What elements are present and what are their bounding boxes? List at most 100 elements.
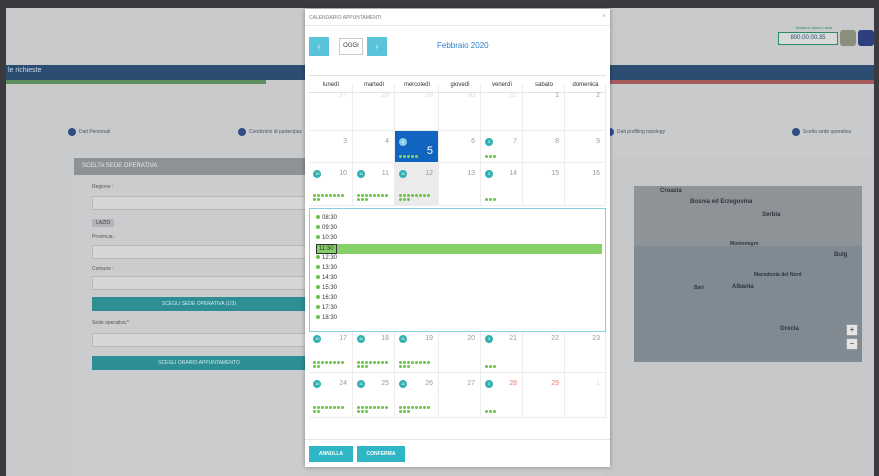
cancel-button[interactable]: ANNULLA [309, 446, 353, 462]
lazio-tag[interactable]: LAZIO [92, 219, 115, 227]
day-number: 11 [381, 170, 389, 177]
availability-dot [313, 365, 316, 368]
provincia-select[interactable] [92, 245, 306, 259]
calendar-day[interactable]: 11 19 [395, 328, 439, 373]
time-slot-selected[interactable]: 11:30 [316, 244, 337, 254]
calendar-day[interactable]: 9 [565, 131, 606, 163]
time-slot[interactable]: 16:30 [316, 295, 337, 301]
sede-select[interactable] [92, 333, 306, 347]
choose-sede-button[interactable]: SCEGLI SEDE OPERATIVA (1/3) [92, 297, 306, 311]
calendar-day[interactable]: 10 17 [309, 328, 353, 373]
calendar-day[interactable]: 10 10 [309, 163, 353, 206]
regione-select[interactable] [92, 196, 306, 210]
selected-slot-bar[interactable] [316, 244, 602, 254]
calendar-day[interactable]: 8 [523, 131, 565, 163]
calendar-day[interactable]: 23 [565, 328, 606, 373]
availability-dot [403, 410, 406, 413]
time-slot[interactable]: 18:30 [316, 315, 337, 321]
calendar-nav: ‹ OGGI › Febbraio 2020 [309, 37, 606, 57]
day-number: 31 [509, 92, 517, 99]
availability-dot [385, 406, 388, 409]
confirm-button[interactable]: CONFERMA [357, 446, 405, 462]
availability-dot [489, 198, 492, 201]
availability-dot [361, 406, 364, 409]
today-button[interactable]: OGGI [339, 38, 363, 55]
step-1: Dati Personali [68, 128, 110, 136]
calendar-day[interactable]: 4 [353, 131, 395, 163]
calendar-day[interactable]: 11 25 [353, 373, 395, 418]
calendar-day[interactable]: 2 [565, 85, 606, 131]
availability-dot [365, 410, 368, 413]
availability-dot [423, 194, 426, 197]
map-label: Grecia [780, 326, 799, 332]
choose-orario-button[interactable]: SCEGLI ORARIO APPUNTAMENTO [92, 356, 306, 370]
calendar-day[interactable]: 16 [565, 163, 606, 206]
calendar-day[interactable]: 20 [439, 328, 481, 373]
day-number: 29 [551, 380, 559, 387]
time-slot[interactable]: 17:30 [316, 305, 337, 311]
time-slot[interactable]: 14:30 [316, 275, 337, 281]
availability-dot [403, 406, 406, 409]
calendar-day[interactable]: 1 [523, 85, 565, 131]
day-number: 26 [425, 380, 433, 387]
comune-select[interactable] [92, 276, 306, 290]
slot-status-dot [316, 295, 320, 300]
zoom-in-button[interactable]: + [846, 324, 858, 336]
availability-dot [333, 361, 336, 364]
zoom-out-button[interactable]: − [846, 338, 858, 350]
availability-dot [337, 194, 340, 197]
time-slot[interactable]: 13:30 [316, 265, 337, 271]
day-number: 27 [467, 380, 475, 387]
map-label: Bulg [834, 252, 848, 258]
availability-dot [423, 406, 426, 409]
availability-dot [361, 365, 364, 368]
availability-dots [485, 410, 519, 414]
map[interactable]: Croazia Bosnia ed Erzegovina Serbia Mont… [634, 186, 862, 362]
calendar-day[interactable]: 55 [395, 131, 439, 163]
calendar-day[interactable]: 6 [439, 131, 481, 163]
calendar-day[interactable]: 11 18 [353, 328, 395, 373]
time-slot[interactable]: 09:30 [316, 225, 337, 231]
time-slot[interactable]: 12:30 [316, 255, 337, 261]
day-number: 28 [509, 380, 517, 387]
time-slot[interactable]: 10:30 [316, 235, 337, 241]
prev-month-button[interactable]: ‹ [309, 37, 329, 56]
calendar-day[interactable]: 11 11 [353, 163, 395, 206]
availability-dot [317, 365, 320, 368]
calendar-day[interactable]: 3 28 [481, 373, 523, 418]
close-icon[interactable]: × [602, 13, 606, 20]
calendar-day[interactable]: 15 [523, 163, 565, 206]
calendar-day[interactable]: 13 [439, 163, 481, 206]
calendar-day: 30 [439, 85, 481, 131]
calendar-day[interactable]: 3 14 [481, 163, 523, 206]
calendar-day[interactable]: 37 [481, 131, 523, 163]
slot-status-dot [316, 225, 320, 230]
step-2: Condizioni di partecipaz [238, 128, 302, 136]
slot-time: 16:30 [322, 295, 338, 301]
slot-status-dot [316, 305, 320, 310]
calendar-day[interactable]: 10 24 [309, 373, 353, 418]
calendar-day[interactable]: 3 [309, 131, 353, 163]
availability-dot [361, 361, 364, 364]
time-slot[interactable]: 15:30 [316, 285, 337, 291]
calendar-day[interactable]: 11 26 [395, 373, 439, 418]
availability-dot [325, 194, 328, 197]
calendar-day[interactable]: 11 12 [395, 163, 439, 206]
availability-badge: 10 [313, 170, 322, 178]
day-number: 27 [339, 92, 347, 99]
availability-dot [485, 365, 488, 368]
time-slot[interactable]: 08:30 [316, 215, 337, 221]
next-month-button[interactable]: › [367, 37, 387, 56]
slot-status-dot [316, 265, 320, 270]
calendar-day[interactable]: 29 [523, 373, 565, 418]
availability-dot [377, 194, 380, 197]
availability-dot [381, 194, 384, 197]
calendar-day[interactable]: 3 21 [481, 328, 523, 373]
step-4: Scelta sede operativa [792, 128, 851, 136]
slot-time: 13:30 [322, 265, 338, 271]
availability-dots [399, 194, 433, 202]
calendar-day[interactable]: 27 [439, 373, 481, 418]
modal-header: CALENDARIO APPUNTAMENTI × [305, 9, 610, 26]
availability-dot [325, 406, 328, 409]
calendar-day[interactable]: 22 [523, 328, 565, 373]
